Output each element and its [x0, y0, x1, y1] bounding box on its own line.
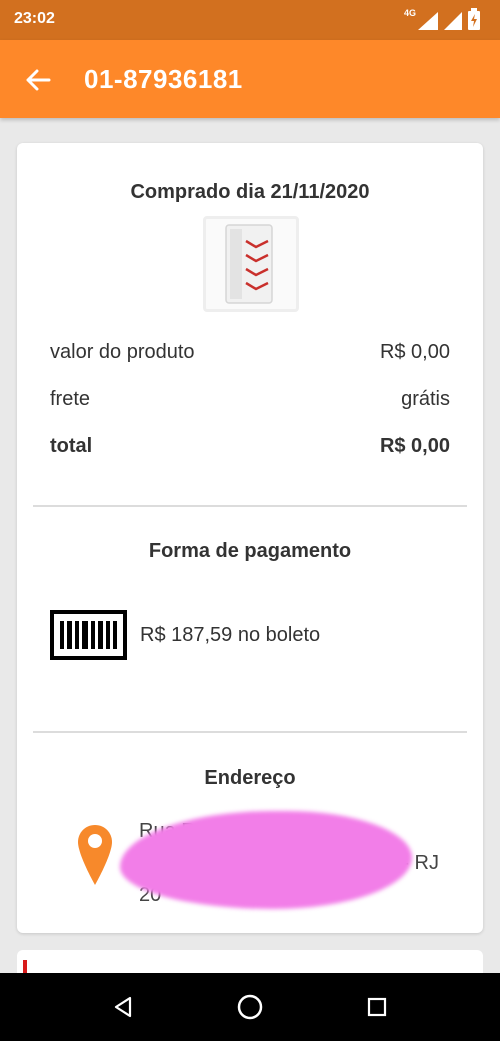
location-pin-icon — [78, 825, 112, 885]
triangle-back-icon — [115, 996, 132, 1018]
back-button[interactable] — [22, 64, 54, 96]
barcode-icon — [50, 610, 127, 660]
total-value: R$ 0,00 — [379, 435, 450, 457]
signal-icon — [418, 12, 438, 30]
total-label: total — [50, 435, 93, 457]
status-bar: 23:02 4G — [0, 0, 500, 40]
nav-home-button[interactable] — [230, 987, 270, 1027]
status-icons: 4G — [404, 8, 480, 30]
battery-icon — [468, 8, 480, 30]
divider — [33, 505, 467, 507]
arrow-left-icon — [26, 69, 51, 91]
product-thumbnail[interactable] — [203, 216, 299, 312]
shipping-value: grátis — [401, 388, 450, 410]
square-recent-icon — [367, 997, 386, 1017]
nav-recent-button[interactable] — [357, 987, 397, 1027]
product-price-row: valor do produto R$ 0,00 — [50, 341, 450, 364]
product-image — [225, 224, 273, 304]
app-bar: 01-87936181 — [0, 40, 500, 118]
product-price-label: valor do produto — [50, 341, 195, 363]
payment-description: R$ 187,59 no boleto — [140, 624, 321, 646]
product-price-value: R$ 0,00 — [379, 341, 450, 363]
navigation-bar — [0, 973, 500, 1041]
nav-back-button[interactable] — [103, 987, 143, 1027]
purchase-date: Comprado dia 21/11/2020 — [130, 181, 370, 203]
signal-secondary-icon — [444, 12, 462, 30]
shipping-row: frete grátis — [50, 388, 450, 411]
circle-home-icon — [237, 994, 263, 1020]
address-title: Endereço — [204, 767, 296, 789]
divider — [33, 731, 467, 733]
status-time: 23:02 — [14, 10, 55, 27]
order-details-card: Comprado dia 21/11/2020 valor do produto… — [17, 143, 483, 933]
order-number-title: 01-87936181 — [84, 64, 243, 94]
shipping-label: frete — [50, 388, 91, 410]
total-row: total R$ 0,00 — [50, 435, 450, 458]
payment-method-title: Forma de pagamento — [148, 540, 352, 562]
network-type: 4G — [403, 8, 416, 18]
